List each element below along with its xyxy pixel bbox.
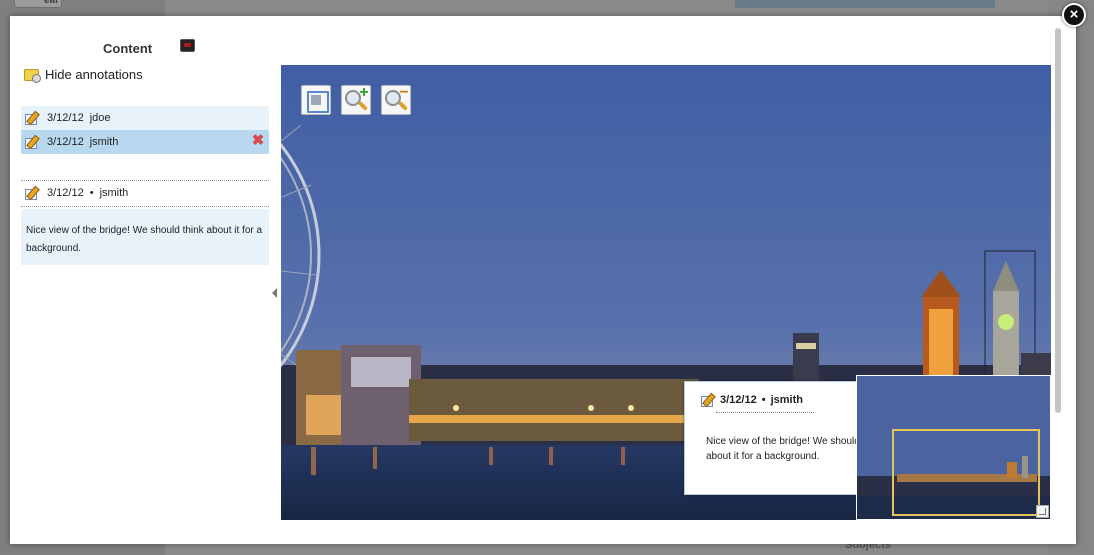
image-viewer[interactable]: + − 3/12/12 • jsmith Nice view of the br… bbox=[281, 65, 1051, 520]
annotation-pencil-icon bbox=[700, 393, 716, 407]
annotation-item[interactable]: 3/12/12 jdoe bbox=[21, 106, 269, 130]
annotation-date: 3/12/12 bbox=[47, 136, 84, 148]
annotation-date: 3/12/12 bbox=[47, 112, 84, 124]
resize-grip-icon[interactable] bbox=[1036, 505, 1049, 518]
divider bbox=[716, 412, 814, 413]
detail-date: 3/12/12 bbox=[47, 187, 84, 199]
monitor-icon[interactable] bbox=[180, 39, 195, 52]
annotation-detail-text: Nice view of the bridge! We should think… bbox=[21, 209, 269, 265]
image-annotation-modal: Content Hide annotations 3/12/12 jdoe 3/… bbox=[10, 16, 1076, 544]
hide-annotations-toggle[interactable]: Hide annotations bbox=[24, 67, 143, 83]
background-tabs bbox=[735, 0, 995, 8]
divider bbox=[21, 206, 269, 207]
annotation-user: jdoe bbox=[89, 112, 111, 124]
detail-separator: • bbox=[89, 187, 94, 199]
popup-separator: • bbox=[761, 394, 766, 406]
delete-icon[interactable]: ✖ bbox=[251, 133, 265, 148]
annotation-pencil-icon bbox=[24, 186, 40, 200]
popup-date: 3/12/12 bbox=[720, 394, 757, 406]
background-filter-button: ear filters bbox=[14, 0, 62, 8]
popup-header: 3/12/12 • jsmith bbox=[700, 393, 803, 407]
navigator-viewport-frame[interactable] bbox=[892, 429, 1040, 516]
zoom-out-icon[interactable]: − bbox=[381, 85, 411, 115]
annotation-pencil-icon bbox=[24, 135, 40, 149]
annotation-item-selected[interactable]: 3/12/12 jsmith ✖ bbox=[21, 130, 269, 154]
annotation-user: jsmith bbox=[89, 136, 119, 148]
annotation-pencil-icon bbox=[24, 111, 40, 125]
collapse-panel-icon[interactable] bbox=[272, 288, 277, 298]
zoom-in-sign: + bbox=[359, 84, 369, 101]
scrollbar-thumb[interactable] bbox=[1055, 28, 1061, 413]
fit-to-screen-icon[interactable] bbox=[301, 85, 331, 115]
detail-user: jsmith bbox=[99, 187, 129, 199]
close-icon[interactable]: × bbox=[1062, 3, 1086, 27]
navigator-thumbnail[interactable] bbox=[856, 375, 1051, 520]
annotation-detail-header: 3/12/12 • jsmith bbox=[24, 183, 128, 203]
hide-annotations-label: Hide annotations bbox=[45, 67, 143, 82]
annotation-toggle-icon bbox=[24, 68, 41, 83]
zoom-out-sign: − bbox=[399, 84, 409, 101]
zoom-in-icon[interactable]: + bbox=[341, 85, 371, 115]
scrollbar[interactable] bbox=[1053, 28, 1063, 540]
divider bbox=[21, 180, 269, 181]
panel-title: Content bbox=[103, 41, 153, 56]
popup-user: jsmith bbox=[770, 394, 803, 406]
annotation-list: 3/12/12 jdoe 3/12/12 jsmith ✖ bbox=[21, 106, 269, 154]
